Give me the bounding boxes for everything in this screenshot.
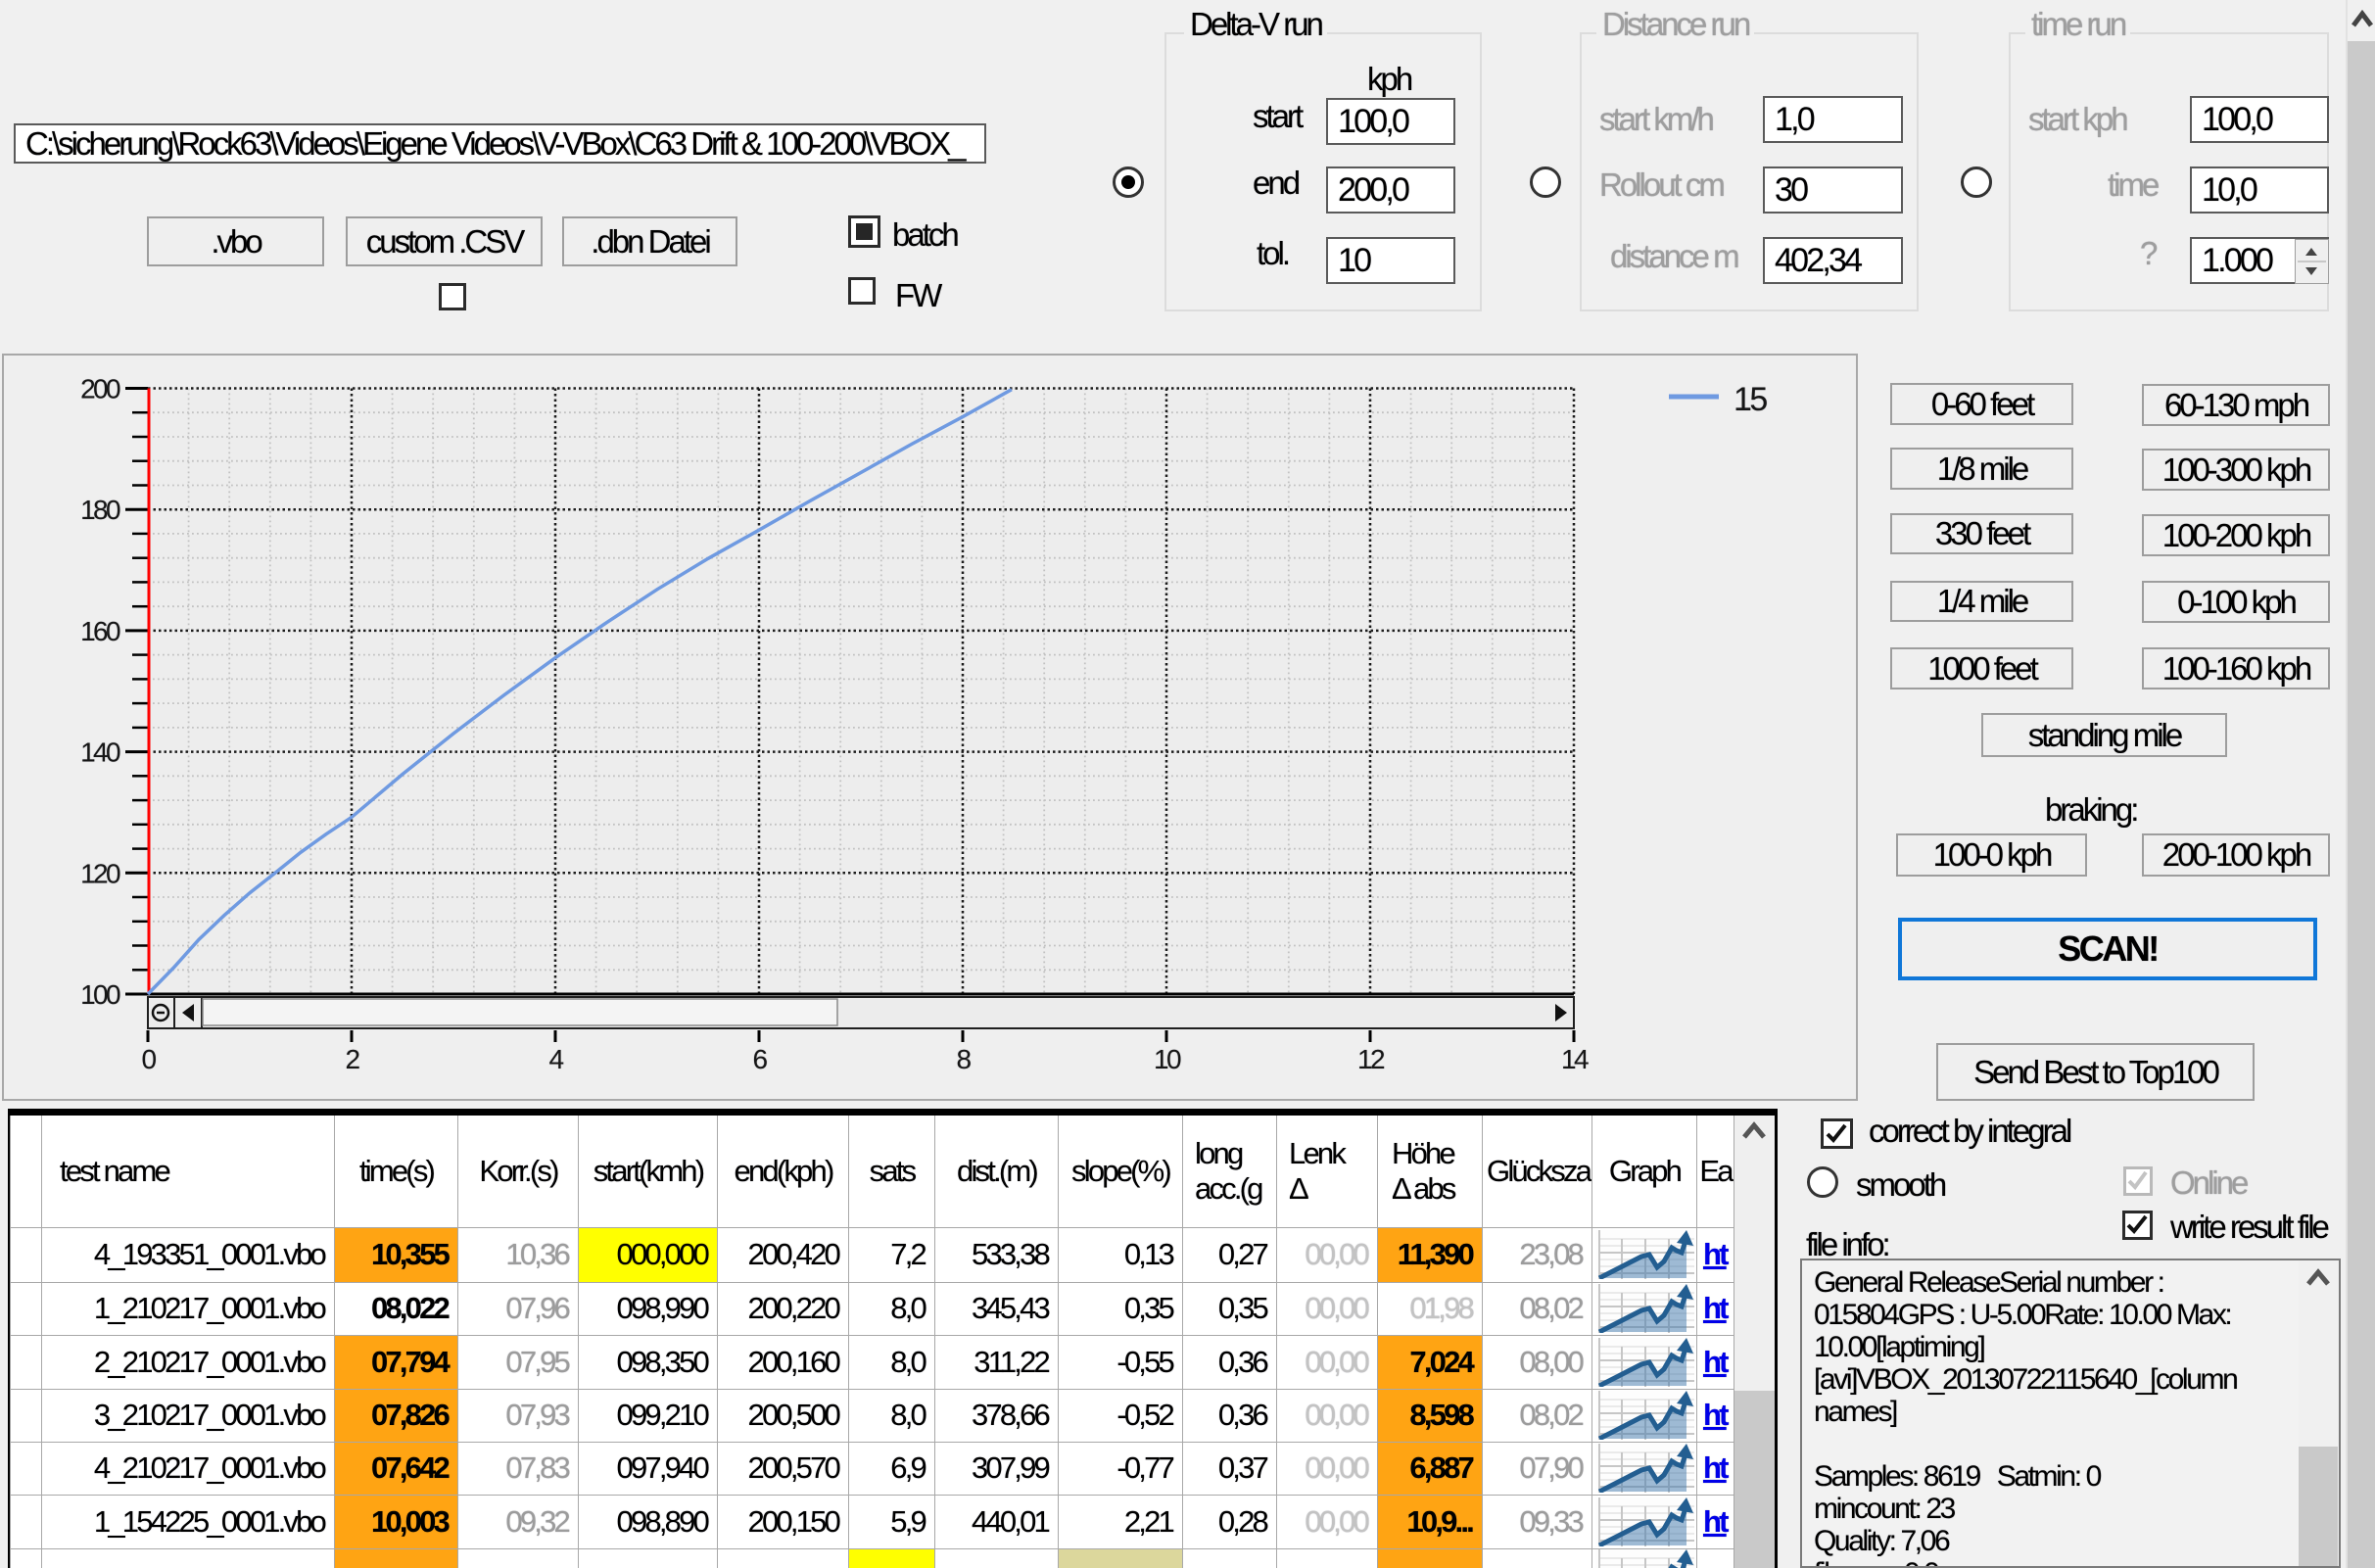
svg-text:10: 10 xyxy=(1154,1044,1181,1074)
svg-text:2: 2 xyxy=(346,1044,360,1074)
svg-text:200: 200 xyxy=(80,374,120,404)
svg-text:160: 160 xyxy=(80,616,120,646)
svg-text:180: 180 xyxy=(80,495,120,525)
svg-text:100: 100 xyxy=(80,979,120,1010)
svg-text:120: 120 xyxy=(80,858,120,888)
svg-text:14: 14 xyxy=(1561,1044,1589,1074)
svg-text:12: 12 xyxy=(1357,1044,1385,1074)
svg-text:15: 15 xyxy=(1734,381,1767,418)
svg-text:6: 6 xyxy=(753,1044,768,1074)
svg-text:8: 8 xyxy=(957,1044,972,1074)
svg-text:0: 0 xyxy=(142,1044,157,1074)
svg-text:4: 4 xyxy=(549,1044,564,1074)
svg-text:140: 140 xyxy=(80,737,120,768)
